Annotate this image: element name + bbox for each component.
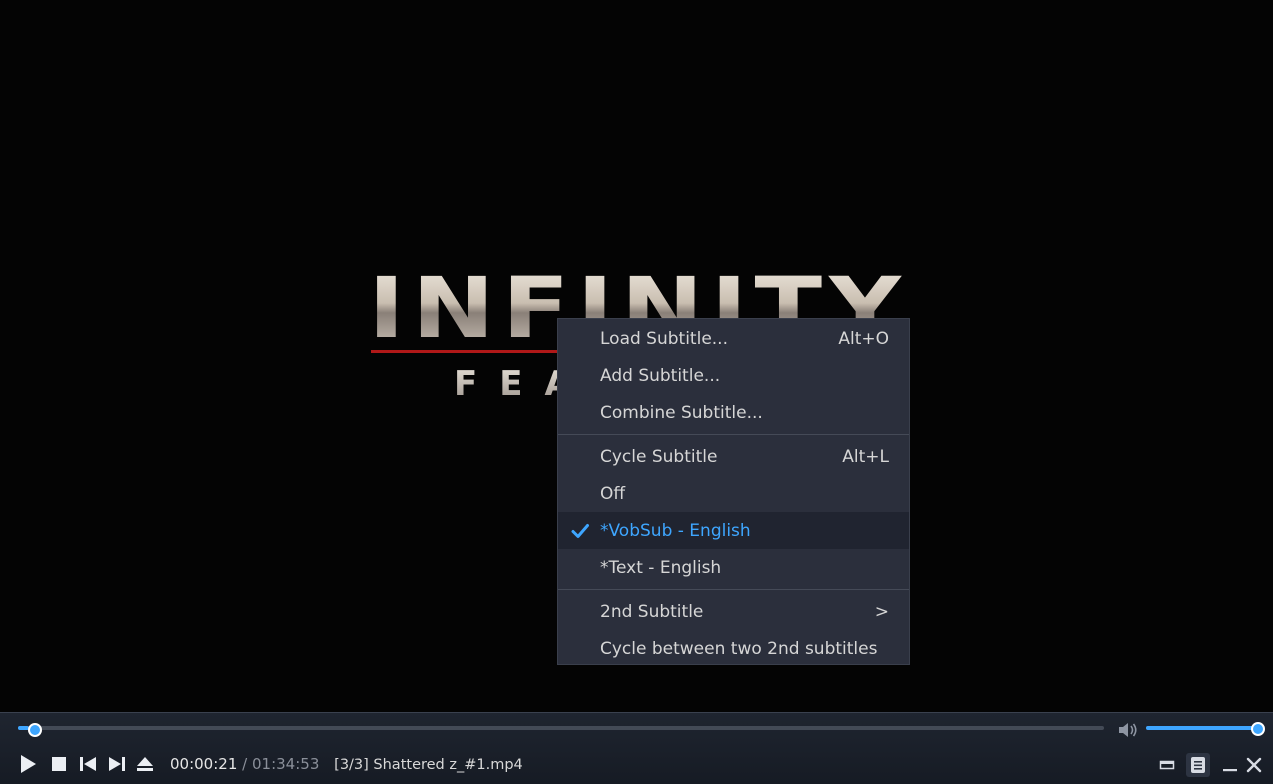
menu-item-label: Add Subtitle... xyxy=(600,365,721,386)
minimize-button[interactable] xyxy=(1218,753,1242,777)
file-label: [3/3] Shattered z_#1.mp4 xyxy=(334,757,523,773)
minimize-icon xyxy=(1223,769,1237,772)
seek-handle[interactable] xyxy=(27,723,42,737)
eject-button[interactable] xyxy=(133,753,157,775)
control-bar: 00:00:21 / 01:34:53 [3/3] Shattered z_#1… xyxy=(0,712,1273,784)
compact-mode-icon xyxy=(1159,760,1175,770)
menu-item-2nd-subtitle[interactable]: 2nd Subtitle > xyxy=(558,593,909,630)
close-icon xyxy=(1246,757,1262,773)
checkmark-icon xyxy=(571,524,589,538)
next-icon xyxy=(109,757,125,771)
menu-separator xyxy=(558,434,909,435)
play-button[interactable] xyxy=(16,753,40,775)
menu-item-vobsub-english[interactable]: *VobSub - English xyxy=(558,512,909,549)
menu-item-label: Off xyxy=(600,483,626,504)
menu-item-text-english[interactable]: *Text - English xyxy=(558,549,909,586)
duration: 01:34:53 xyxy=(252,755,320,773)
volume-slider-fill xyxy=(1146,726,1258,730)
menu-item-label: *VobSub - English xyxy=(600,520,751,541)
menu-item-label: Cycle between two 2nd subtitles xyxy=(600,638,878,659)
menu-item-label: 2nd Subtitle xyxy=(600,601,704,622)
next-button[interactable] xyxy=(105,753,129,775)
menu-item-combine-subtitle[interactable]: Combine Subtitle... xyxy=(558,394,909,431)
menu-separator xyxy=(558,589,909,590)
menu-item-label: Combine Subtitle... xyxy=(600,402,763,423)
seek-bar[interactable] xyxy=(18,726,1104,730)
previous-button[interactable] xyxy=(76,753,100,775)
time-display: 00:00:21 / 01:34:53 [3/3] Shattered z_#1… xyxy=(170,755,523,773)
stop-icon xyxy=(52,757,66,771)
menu-item-shortcut: Alt+O xyxy=(838,328,889,349)
menu-item-label: Load Subtitle... xyxy=(600,328,728,349)
menu-item-cycle-subtitle[interactable]: Cycle Subtitle Alt+L xyxy=(558,438,909,475)
menu-item-load-subtitle[interactable]: Load Subtitle... Alt+O xyxy=(558,320,909,357)
logo-red-line xyxy=(371,350,561,353)
subtitle-context-menu: Load Subtitle... Alt+O Add Subtitle... C… xyxy=(557,318,910,665)
menu-item-shortcut: Alt+L xyxy=(842,446,889,467)
stop-button[interactable] xyxy=(47,753,71,775)
menu-item-add-subtitle[interactable]: Add Subtitle... xyxy=(558,357,909,394)
menu-item-label: Cycle Subtitle xyxy=(600,446,718,467)
playlist-button[interactable] xyxy=(1186,753,1210,777)
current-time: 00:00:21 xyxy=(170,755,238,773)
previous-icon xyxy=(80,757,96,771)
menu-item-label: *Text - English xyxy=(600,557,722,578)
play-icon xyxy=(21,755,36,773)
submenu-arrow-icon: > xyxy=(874,601,889,622)
video-area[interactable]: INFINITY FEA Load Subtitle... Alt+O Add … xyxy=(0,0,1273,712)
close-button[interactable] xyxy=(1242,753,1266,777)
playlist-icon xyxy=(1191,757,1205,773)
menu-item-off[interactable]: Off xyxy=(558,475,909,512)
volume-icon[interactable] xyxy=(1117,721,1141,739)
compact-mode-button[interactable] xyxy=(1155,753,1179,777)
time-separator: / xyxy=(242,755,248,773)
volume-slider[interactable] xyxy=(1146,726,1258,730)
eject-icon xyxy=(137,757,153,771)
menu-item-cycle-2nd-subtitles[interactable]: Cycle between two 2nd subtitles xyxy=(558,630,909,667)
volume-handle[interactable] xyxy=(1251,722,1265,736)
